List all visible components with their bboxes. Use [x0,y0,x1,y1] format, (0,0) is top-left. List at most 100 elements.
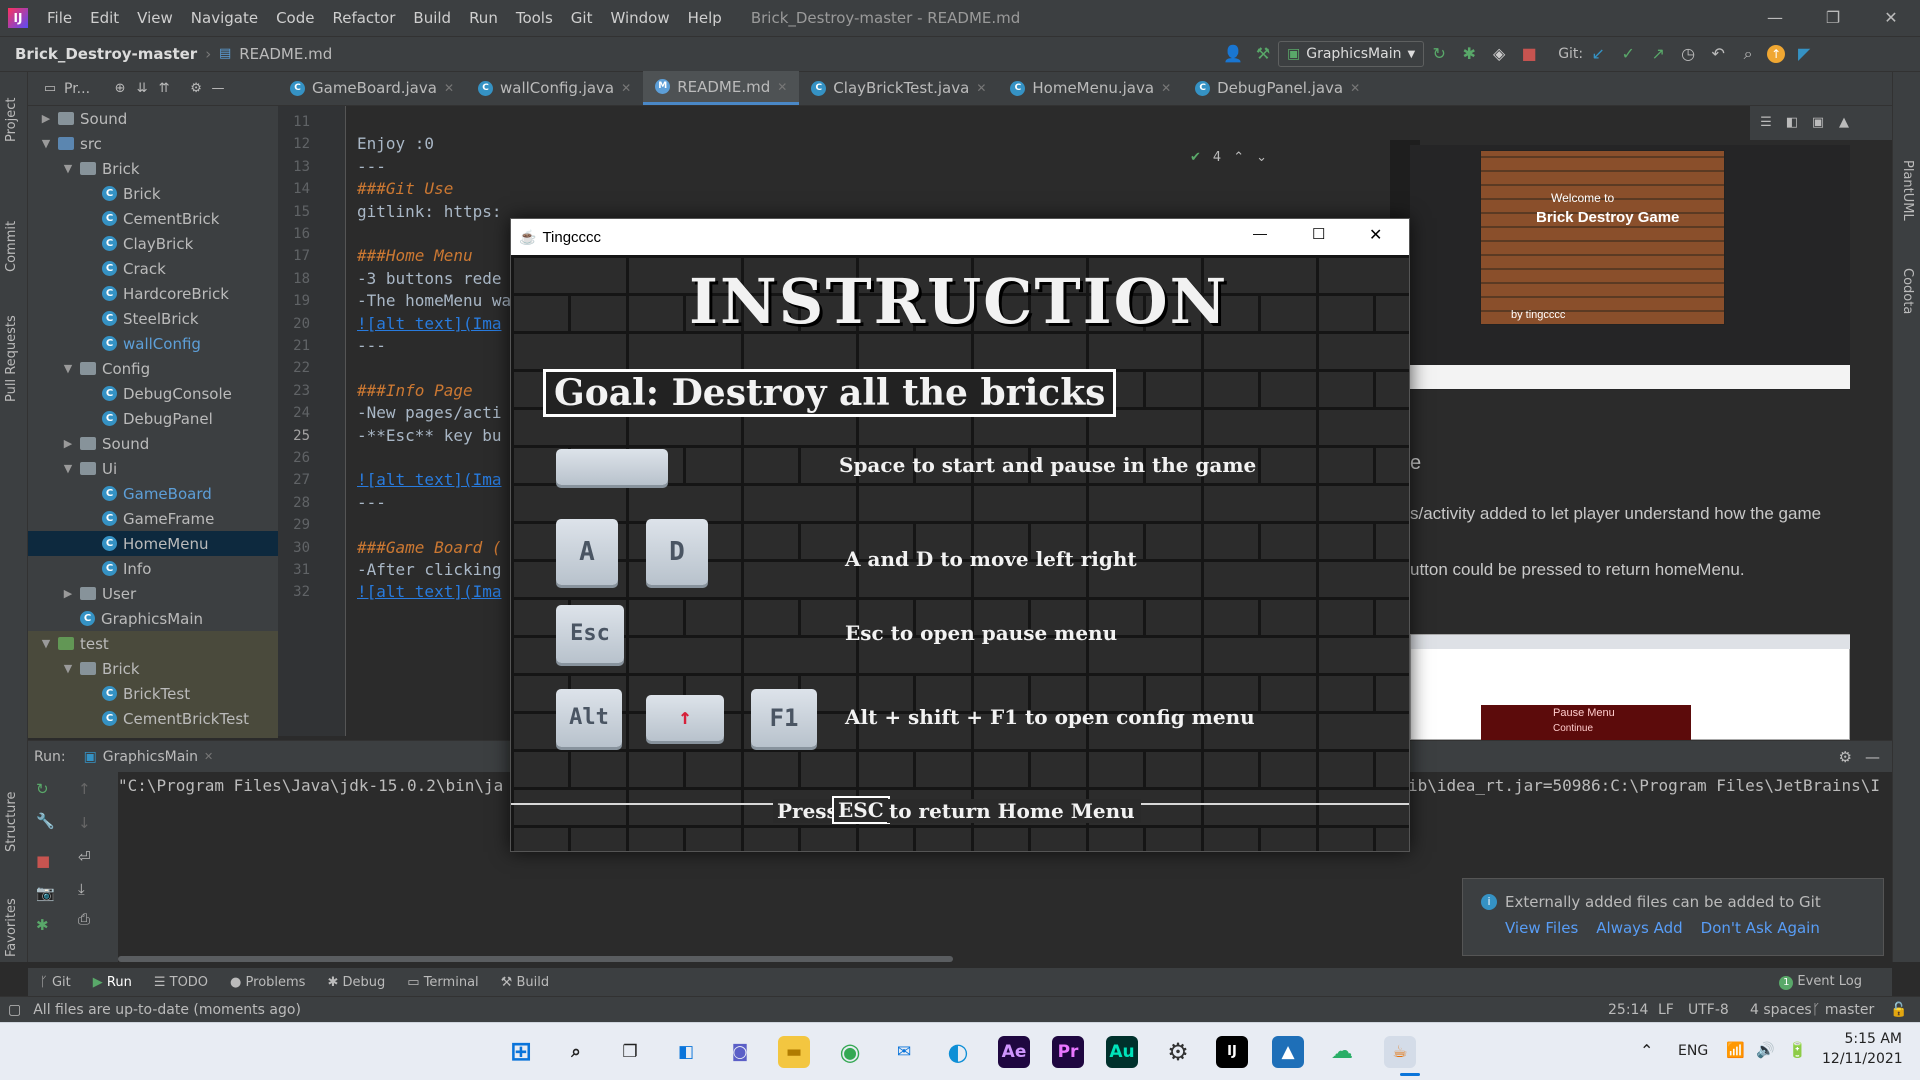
photos-icon[interactable]: ▲ [1272,1036,1304,1068]
tool-tab-debug[interactable]: ✱ Debug [327,975,385,990]
debug-icon[interactable]: ✱ [1458,43,1480,65]
menu-git[interactable]: Git [562,9,602,27]
close-icon[interactable]: ✕ [976,81,986,95]
start-icon[interactable]: ⊞ [505,1036,537,1068]
tree-item[interactable]: ▶ User [28,581,278,606]
chevron-down-icon[interactable]: ▼ [60,462,76,475]
menu-help[interactable]: Help [679,9,731,27]
coverage-icon[interactable]: ◈ [1488,43,1510,65]
stop-icon[interactable]: ■ [1518,43,1540,65]
chevron-right-icon[interactable]: ▶ [60,587,76,600]
tree-item[interactable]: C Brick [28,181,278,206]
tree-item[interactable]: C SteelBrick [28,306,278,331]
chevron-right-icon[interactable]: ▶ [60,437,76,450]
menu-view[interactable]: View [128,9,182,27]
tab-project[interactable]: Project [4,98,19,142]
wifi-icon[interactable]: 📶 [1726,1041,1745,1059]
search-icon[interactable]: ⌕ [560,1036,592,1068]
git-branch[interactable]: ᚴ master [1812,1002,1874,1018]
status-toggle-icon[interactable]: ▢ [8,1002,21,1018]
task-view-icon[interactable]: ❐ [614,1036,646,1068]
breadcrumb-file[interactable]: › ▤ README.md [197,45,332,63]
soft-wrap-icon[interactable]: ⏎ [78,848,91,866]
widgets-icon[interactable]: ◧ [670,1036,702,1068]
wrench-icon[interactable]: 🔧 [36,812,55,830]
tree-item[interactable]: C CementBrick [28,206,278,231]
chevron-down-icon[interactable]: ▼ [38,137,54,150]
tool-tab-todo[interactable]: ☰ TODO [154,975,208,990]
camera-icon[interactable]: 📷 [36,884,55,902]
chrome-icon[interactable]: ◉ [834,1036,866,1068]
premiere-icon[interactable]: Pr [1052,1036,1084,1068]
tree-item[interactable]: ▶ Sound [28,106,278,131]
after-effects-icon[interactable]: Ae [998,1036,1030,1068]
arrow-down-icon[interactable]: ↓ [78,814,91,832]
split-view-icon[interactable]: ◧ [1784,115,1800,131]
audition-icon[interactable]: Au [1106,1036,1138,1068]
image-icon[interactable]: ▲ [1836,115,1852,131]
tree-item[interactable]: C GameBoard [28,481,278,506]
tree-item[interactable]: ▼ src [28,131,278,156]
tree-item[interactable]: ▼ Ui [28,456,278,481]
tool-tab-problems[interactable]: ● Problems [230,975,305,990]
game-minimize-button[interactable]: — [1253,225,1267,241]
game-maximize-button[interactable]: ☐ [1312,225,1325,243]
settings-icon[interactable]: ⚙ [1162,1036,1194,1068]
tree-item[interactable]: ▼ test [28,631,278,656]
chevron-down-icon[interactable]: ▼ [38,637,54,650]
debug-icon[interactable]: ✱ [36,916,49,934]
tree-item[interactable]: C CementBrickTest [28,706,278,731]
editor-tab[interactable]: C GameBoard.java ✕ [278,71,466,105]
breadcrumb-project[interactable]: Brick_Destroy-master [0,45,197,63]
menu-edit[interactable]: Edit [81,9,128,27]
tree-item[interactable]: CwallConfig [28,331,278,356]
dont-ask-again-link[interactable]: Don't Ask Again [1701,919,1820,937]
menu-refactor[interactable]: Refactor [323,9,404,27]
mail-icon[interactable]: ✉ [888,1036,920,1068]
locate-icon[interactable]: ⊕ [112,81,128,97]
tab-structure[interactable]: Structure [4,792,19,852]
tree-item[interactable]: ▶ Sound [28,431,278,456]
gear-icon[interactable]: ⚙ [1839,748,1852,766]
tree-item[interactable]: ▼ Brick [28,156,278,181]
view-files-link[interactable]: View Files [1505,919,1578,937]
indent-setting[interactable]: 4 spaces [1750,1002,1812,1018]
update-icon[interactable]: ↑ [1767,45,1786,63]
close-icon[interactable]: ✕ [777,80,787,94]
teams-chat-icon[interactable]: ◙ [724,1036,756,1068]
cursor-position[interactable]: 25:14 [1608,1002,1648,1018]
menu-file[interactable]: File [38,9,81,27]
chevron-down-icon[interactable]: ⌄ [1256,150,1267,165]
editor-tab[interactable]: M README.md ✕ [643,71,800,105]
expand-all-icon[interactable]: ⇊ [134,81,150,97]
chevron-down-icon[interactable]: ▼ [60,162,76,175]
tree-item[interactable]: C HardcoreBrick [28,281,278,306]
clock-date[interactable]: 12/11/2021 [1822,1051,1903,1067]
scroll-to-end-icon[interactable]: ⤓ [78,880,85,898]
clock-time[interactable]: 5:15 AM [1832,1031,1902,1047]
tab-favorites[interactable]: Favorites [4,898,19,957]
minimize-button[interactable]: — [1746,0,1804,36]
editor-tab[interactable]: C DebugPanel.java ✕ [1183,71,1372,105]
tree-item[interactable]: C Crack [28,256,278,281]
menu-window[interactable]: Window [601,9,678,27]
maximize-button[interactable]: ❐ [1804,0,1862,36]
git-update-icon[interactable]: ↙ [1587,43,1609,65]
close-icon[interactable]: ✕ [444,81,454,95]
rollback-icon[interactable]: ↶ [1707,43,1729,65]
menu-code[interactable]: Code [267,9,323,27]
hide-icon[interactable]: — [1865,748,1880,766]
print-icon[interactable]: ⎙ [78,910,90,928]
close-icon[interactable]: ✕ [204,750,213,763]
file-explorer-icon[interactable]: ▬ [778,1036,810,1068]
always-add-link[interactable]: Always Add [1596,919,1682,937]
close-button[interactable]: ✕ [1862,0,1920,36]
editor-tab[interactable]: CwallConfig.java ✕ [466,71,643,105]
tool-tab-build[interactable]: ⚒ Build [501,975,549,990]
plugin-icon[interactable]: ◤ [1793,43,1815,65]
console-scrollbar[interactable] [118,956,953,962]
build-hammer-icon[interactable]: ⚒ [1252,43,1274,65]
rerun-icon[interactable]: ↻ [1428,43,1450,65]
tree-item[interactable]: C Info [28,556,278,581]
line-separator[interactable]: LF [1658,1002,1674,1018]
